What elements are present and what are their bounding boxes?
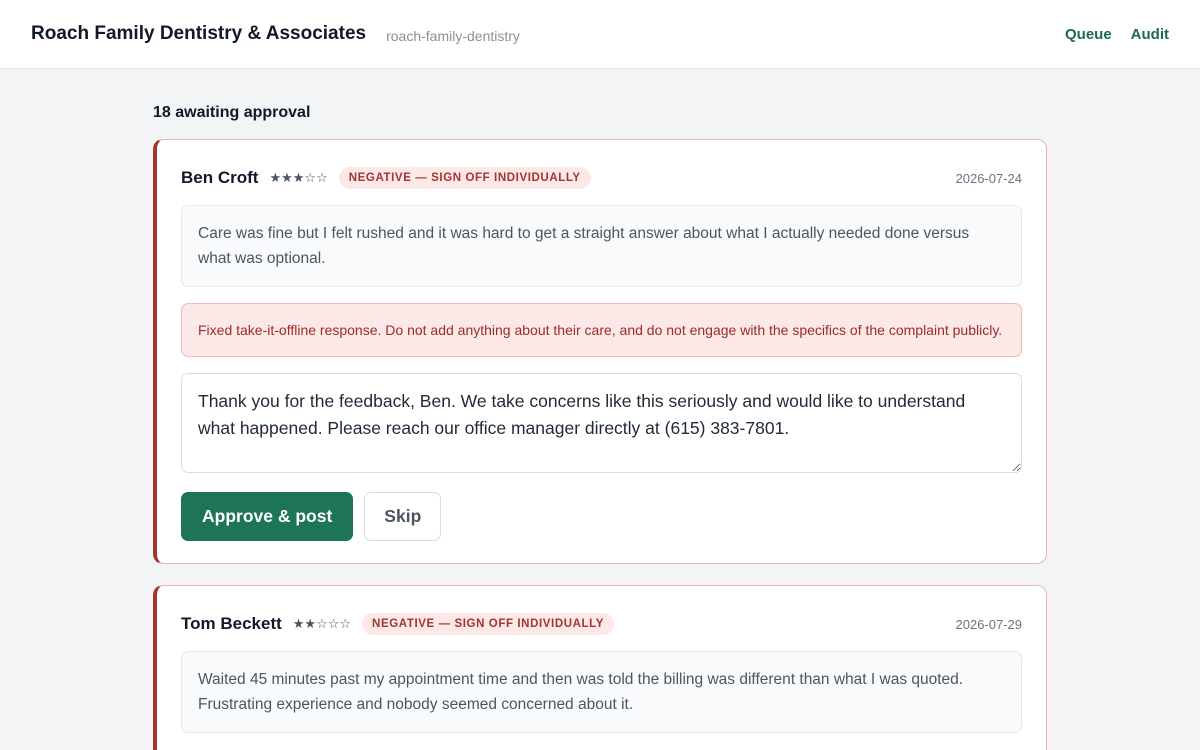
practice-name: Roach Family Dentistry & Associates bbox=[31, 23, 367, 44]
star-rating: ★★★☆☆ bbox=[269, 170, 328, 186]
review-card-header: Tom Beckett ★★☆☆☆ NEGATIVE — SIGN OFF IN… bbox=[181, 612, 1022, 636]
practice-slug: roach-family-dentistry bbox=[386, 27, 520, 44]
nav-queue-link[interactable]: Queue bbox=[1065, 26, 1112, 43]
review-card-header: Ben Croft ★★★☆☆ NEGATIVE — SIGN OFF INDI… bbox=[181, 166, 1022, 190]
approve-post-button[interactable]: Approve & post bbox=[181, 492, 354, 541]
policy-notice: Fixed take-it-offline response. Do not a… bbox=[181, 303, 1022, 357]
top-nav: Queue Audit bbox=[1065, 26, 1169, 43]
star-rating: ★★☆☆☆ bbox=[292, 616, 352, 632]
status-badge: NEGATIVE — SIGN OFF INDIVIDUALLY bbox=[338, 167, 591, 189]
reply-textarea[interactable]: Thank you for the feedback, Ben. We take… bbox=[181, 373, 1022, 473]
review-date: 2026-07-29 bbox=[955, 616, 1023, 632]
review-card: Tom Beckett ★★☆☆☆ NEGATIVE — SIGN OFF IN… bbox=[153, 585, 1047, 750]
status-badge: NEGATIVE — SIGN OFF INDIVIDUALLY bbox=[362, 613, 615, 635]
nav-audit-link[interactable]: Audit bbox=[1131, 26, 1169, 43]
review-actions: Approve & post Skip bbox=[181, 492, 1022, 541]
queue-count: 18 awaiting approval bbox=[153, 104, 311, 121]
top-bar: Roach Family Dentistry & Associates roac… bbox=[0, 0, 1200, 69]
review-card: Ben Croft ★★★☆☆ NEGATIVE — SIGN OFF INDI… bbox=[153, 139, 1047, 564]
review-text: Waited 45 minutes past my appointment ti… bbox=[181, 651, 1022, 733]
reviewer-name: Ben Croft bbox=[181, 168, 259, 187]
reviewer-name: Tom Beckett bbox=[181, 614, 282, 633]
review-text: Care was fine but I felt rushed and it w… bbox=[181, 205, 1022, 287]
review-date: 2026-07-24 bbox=[955, 170, 1023, 186]
main-content: 18 awaiting approval Ben Croft ★★★☆☆ NEG… bbox=[153, 69, 1047, 750]
skip-button[interactable]: Skip bbox=[364, 492, 442, 541]
